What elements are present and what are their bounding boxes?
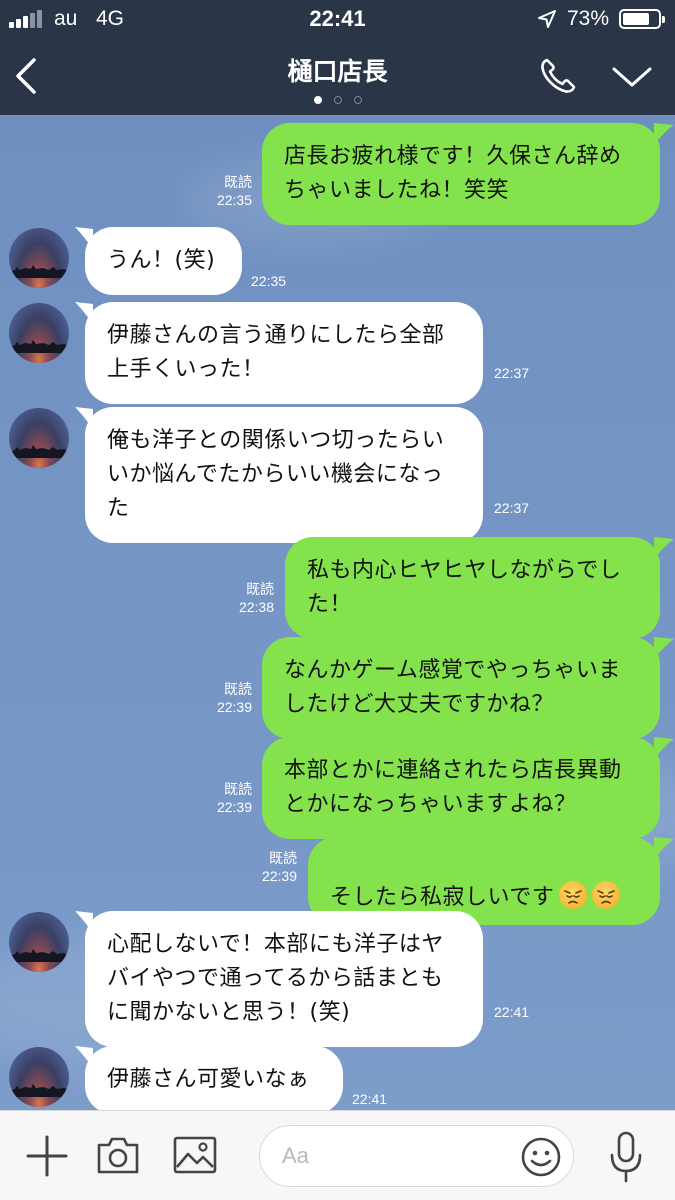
emoji-icon[interactable] — [520, 1136, 562, 1178]
message-row-incoming: 伊藤さん可愛いなぁ 22:41 — [0, 1046, 675, 1110]
message-meta: 既読 22:35 — [202, 173, 252, 209]
page-dot — [333, 96, 342, 104]
message-input-bar — [0, 1110, 675, 1200]
message-row-outgoing: 既読 22:35 店長お疲れ様です！久保さん辞め ちゃいましたね！笑笑 — [0, 123, 675, 225]
message-row-outgoing: 既読 22:38 私も内心ヒヤヒヤしながらでし た！ — [0, 537, 675, 639]
location-arrow-icon — [538, 10, 556, 28]
read-receipt: 既読 — [224, 174, 252, 190]
disappointed-face-emoji-icon — [592, 881, 621, 909]
message-bubble[interactable]: 本部とかに連絡されたら店長異動 とかになっちゃいますよね？ — [262, 737, 660, 839]
plus-icon[interactable] — [26, 1135, 68, 1177]
bubble-tail — [654, 637, 674, 659]
microphone-icon[interactable] — [609, 1131, 643, 1183]
disappointed-face-emoji-icon — [559, 881, 588, 909]
contact-avatar[interactable] — [9, 303, 69, 363]
image-icon[interactable] — [173, 1136, 217, 1174]
page-indicator — [0, 96, 675, 104]
message-row-incoming: 俺も洋子との関係いつ切ったらい いか悩んでたからいい機会になっ た 22:37 — [0, 407, 675, 543]
message-bubble[interactable]: なんかゲーム感覚でやっちゃいま したけど大丈夫ですかね？ — [262, 637, 660, 739]
bubble-tail — [654, 837, 674, 859]
chevron-down-icon[interactable] — [610, 64, 654, 90]
message-row-outgoing: 既読 22:39 そしたら私寂しいです — [0, 837, 675, 925]
message-text: そしたら私寂しいです — [330, 885, 555, 910]
message-time: 22:41 — [352, 1091, 388, 1107]
page-dot — [313, 96, 322, 104]
message-meta: 既読 22:39 — [202, 680, 252, 716]
message-input-field[interactable] — [259, 1125, 574, 1187]
message-time: 22:39 — [216, 699, 252, 715]
message-time: 22:38 — [238, 599, 274, 615]
message-time: 22:35 — [216, 192, 252, 208]
message-bubble[interactable]: 伊藤さんの言う通りにしたら全部 上手くいった！ — [85, 302, 483, 404]
message-row-outgoing: 既読 22:39 なんかゲーム感覚でやっちゃいま したけど大丈夫ですかね？ — [0, 637, 675, 739]
battery-icon — [619, 9, 665, 29]
read-receipt: 既読 — [269, 850, 297, 866]
camera-icon[interactable] — [96, 1135, 140, 1175]
message-bubble[interactable]: 心配しないで！本部にも洋子はヤ バイやつで通ってるから話まとも に聞かないと思う… — [85, 911, 483, 1047]
message-time: 22:37 — [494, 365, 530, 381]
message-bubble[interactable]: 私も内心ヒヤヒヤしながらでし た！ — [285, 537, 660, 639]
message-text-input[interactable] — [282, 1140, 502, 1172]
message-bubble[interactable]: うん！(笑) — [85, 227, 242, 295]
message-time: 22:37 — [494, 500, 530, 516]
message-bubble[interactable]: 店長お疲れ様です！久保さん辞め ちゃいましたね！笑笑 — [262, 123, 660, 225]
message-time: 22:41 — [494, 1004, 530, 1020]
status-bar: au 4G 22:41 73% — [0, 0, 675, 38]
contact-avatar[interactable] — [9, 912, 69, 972]
message-row-incoming: 伊藤さんの言う通りにしたら全部 上手くいった！ 22:37 — [0, 302, 675, 404]
bubble-tail — [654, 737, 674, 759]
battery-percent: 73% — [567, 7, 610, 30]
contact-avatar[interactable] — [9, 228, 69, 288]
message-list[interactable]: 既読 22:35 店長お疲れ様です！久保さん辞め ちゃいましたね！笑笑 うん！(… — [0, 115, 675, 1110]
read-receipt: 既読 — [224, 781, 252, 797]
message-meta: 既読 22:38 — [224, 580, 274, 616]
bubble-tail — [654, 123, 674, 145]
message-row-incoming: 心配しないで！本部にも洋子はヤ バイやつで通ってるから話まとも に聞かないと思う… — [0, 911, 675, 1047]
contact-avatar[interactable] — [9, 408, 69, 468]
message-bubble[interactable]: 俺も洋子との関係いつ切ったらい いか悩んでたからいい機会になっ た — [85, 407, 483, 543]
chat-header: 樋口店長 — [0, 38, 675, 115]
read-receipt: 既読 — [246, 581, 274, 597]
message-meta: 既読 22:39 — [247, 849, 297, 885]
message-meta: 既読 22:39 — [202, 780, 252, 816]
message-time: 22:35 — [251, 273, 287, 289]
message-row-incoming: うん！(笑) 22:35 — [0, 227, 675, 297]
phone-icon[interactable] — [538, 56, 578, 96]
message-time: 22:39 — [216, 799, 252, 815]
message-bubble[interactable]: 伊藤さん可愛いなぁ — [85, 1046, 343, 1110]
message-time: 22:39 — [261, 868, 297, 884]
bubble-tail — [654, 537, 674, 559]
contact-avatar[interactable] — [9, 1047, 69, 1107]
message-row-outgoing: 既読 22:39 本部とかに連絡されたら店長異動 とかになっちゃいますよね？ — [0, 737, 675, 839]
read-receipt: 既読 — [224, 681, 252, 697]
page-dot — [353, 96, 362, 104]
